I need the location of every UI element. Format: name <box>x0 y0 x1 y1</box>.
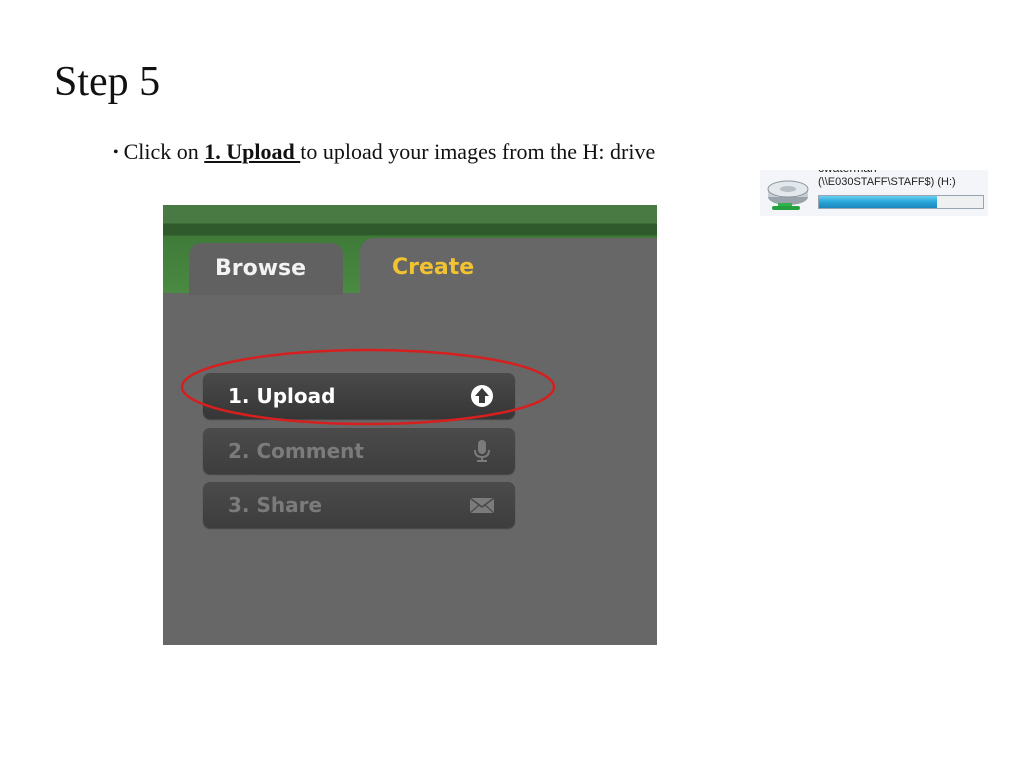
upload-button[interactable]: 1. Upload <box>203 373 515 419</box>
tab-browse[interactable]: Browse <box>189 243 343 295</box>
instruction-bullet: • Click on 1. Upload to upload your image… <box>113 139 655 165</box>
tab-browse-label: Browse <box>215 256 307 281</box>
tab-create-label: Create <box>392 255 475 280</box>
upload-reference-text: 1. Upload <box>204 139 301 164</box>
network-drive-icon <box>767 180 809 210</box>
instruction-prefix: Click on <box>123 139 205 164</box>
upload-arrow-icon <box>471 385 493 407</box>
envelope-icon <box>469 497 495 514</box>
bullet-marker: • <box>113 144 119 161</box>
share-button[interactable]: 3. Share <box>203 482 515 528</box>
slide-title: Step 5 <box>54 59 161 105</box>
drive-path-label: (\\E030STAFF\STAFF$) (H:) <box>818 176 956 188</box>
comment-button-label: 2. Comment <box>228 439 364 463</box>
share-button-label: 3. Share <box>228 493 323 517</box>
network-drive-snippet: cwaterman (\\E030STAFF\STAFF$) (H:) <box>760 170 988 216</box>
upload-button-label: 1. Upload <box>228 384 336 408</box>
drive-usage-bar <box>818 195 984 209</box>
drive-name: cwaterman <box>818 170 877 175</box>
instruction-suffix: to upload your images from the H: drive <box>300 139 656 164</box>
tab-create[interactable]: Create <box>360 238 657 318</box>
microphone-icon <box>474 440 490 462</box>
comment-button[interactable]: 2. Comment <box>203 428 515 474</box>
drive-usage-fill <box>819 196 938 208</box>
app-screenshot: Browse Create 1. Upload 2. Comment 3. Sh… <box>163 205 657 645</box>
